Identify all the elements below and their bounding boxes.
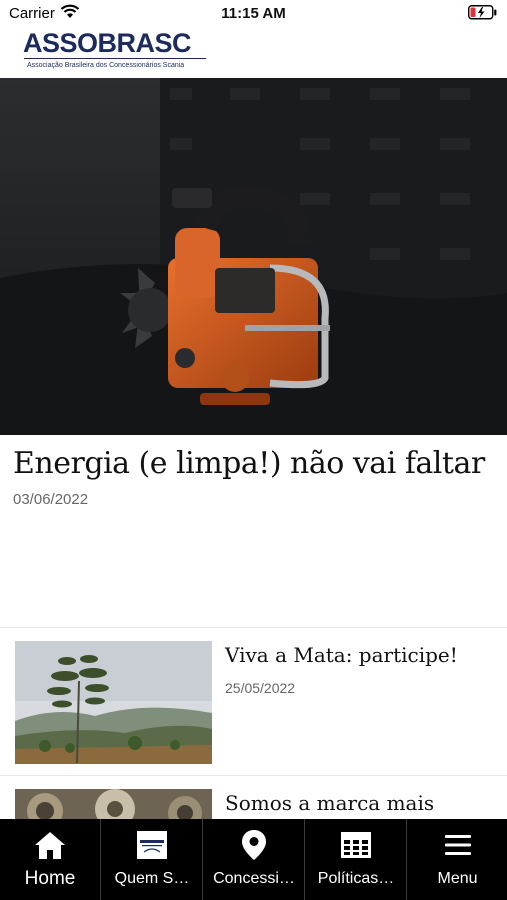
table-icon (306, 829, 406, 861)
divider (0, 627, 507, 628)
status-bar: Carrier 11:15 AM (0, 0, 507, 28)
news-date: 25/05/2022 (225, 680, 296, 696)
tab-bar: Home Quem S… Concessi… Políticas… Menu (0, 819, 507, 900)
tab-label: Menu (437, 870, 478, 887)
divider (0, 775, 507, 776)
tab-label: Concessi… (213, 870, 295, 887)
featured-image[interactable] (0, 78, 507, 435)
news-thumbnail[interactable] (15, 641, 212, 764)
assobrasc-logo[interactable]: ASSOBRASC Associação Brasileira dos Conc… (23, 28, 208, 75)
tab-concessionarias[interactable]: Concessi… (204, 819, 305, 900)
tab-quem-somos[interactable]: Quem S… (102, 819, 203, 900)
map-pin-icon (204, 829, 304, 861)
tab-label: Quem S… (114, 870, 190, 887)
featured-title[interactable]: Energia (e limpa!) não vai faltar (13, 446, 485, 481)
logo-rule (24, 58, 206, 59)
app-header: ASSOBRASC Associação Brasileira dos Conc… (0, 28, 507, 78)
news-title[interactable]: Viva a Mata: participe! (225, 643, 458, 667)
tab-menu[interactable]: Menu (408, 819, 507, 900)
featured-date: 03/06/2022 (13, 491, 89, 508)
engine-parts-photo (15, 789, 212, 819)
battery-charging-icon (468, 5, 498, 20)
logo-wordmark: ASSOBRASC (23, 28, 192, 58)
tab-label: Home (24, 868, 76, 889)
news-thumbnail[interactable] (15, 789, 212, 819)
status-time: 11:15 AM (221, 5, 286, 22)
home-icon (0, 829, 100, 861)
logo-tagline: Associação Brasileira dos Concessionário… (27, 62, 185, 69)
news-title[interactable]: Somos a marca mais (225, 791, 434, 815)
tab-label: Políticas… (317, 870, 395, 887)
logo-card-icon (102, 829, 202, 861)
engine-photo (0, 78, 507, 435)
tree-landscape-photo (15, 641, 212, 764)
menu-icon (408, 829, 507, 861)
tab-politicas[interactable]: Políticas… (306, 819, 407, 900)
tab-home[interactable]: Home (0, 819, 101, 900)
